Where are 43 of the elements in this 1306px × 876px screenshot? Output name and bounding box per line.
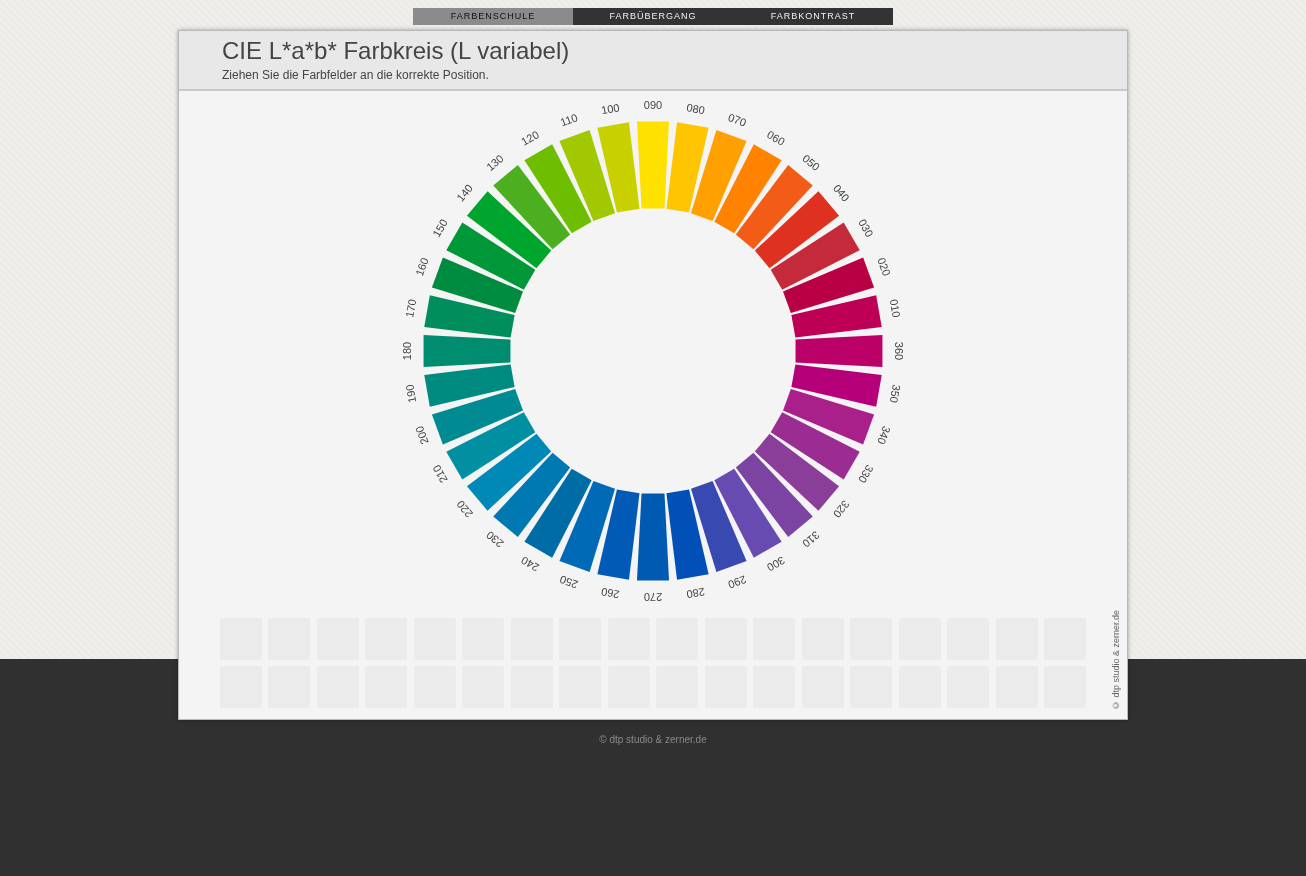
degree-label: 150 — [430, 217, 450, 239]
instruction-text: Ziehen Sie die Farbfelder an die korrekte Position. — [222, 68, 489, 82]
page-title: CIE L*a*b* Farbkreis (L variabel) — [222, 37, 570, 65]
degree-label: 240 — [519, 554, 541, 574]
degree-label: 130 — [484, 152, 506, 174]
degree-label: 160 — [413, 256, 431, 278]
degree-label: 200 — [413, 424, 431, 446]
degree-label: 080 — [685, 101, 706, 117]
side-credit: © dtp studio & zerner.de — [1110, 610, 1122, 711]
degree-label: 050 — [800, 152, 822, 174]
degree-label: 120 — [519, 128, 541, 148]
degree-label: 340 — [875, 424, 893, 446]
degree-label: 170 — [403, 298, 419, 319]
degree-label: 060 — [765, 128, 787, 148]
degree-label: 100 — [600, 101, 621, 117]
degree-label: 360 — [893, 341, 905, 361]
degree-label: 290 — [726, 573, 748, 591]
degree-label: 350 — [887, 383, 903, 404]
degree-label: 230 — [484, 528, 506, 550]
degree-label: 210 — [430, 463, 450, 485]
degree-label: 310 — [800, 528, 822, 550]
degree-label: 330 — [856, 463, 876, 485]
nav-tab[interactable]: FARBENSCHULE — [413, 8, 573, 25]
nav-tab[interactable]: FARBÜBERGANG — [573, 8, 733, 25]
degree-label: 300 — [765, 554, 787, 574]
degree-label: 140 — [454, 182, 476, 204]
degree-label: 190 — [403, 383, 419, 404]
degree-label: 110 — [558, 111, 580, 129]
degree-label: 250 — [558, 573, 580, 591]
degree-label: 070 — [726, 111, 748, 129]
degree-label: 010 — [887, 298, 903, 319]
degree-label: 040 — [830, 182, 852, 204]
degree-label: 220 — [454, 498, 476, 520]
degree-label: 180 — [401, 341, 413, 361]
degree-label: 280 — [685, 585, 706, 601]
degree-label: 020 — [875, 256, 893, 278]
nav-tab[interactable]: FARBKONTRAST — [733, 8, 893, 25]
footer-credit: © dtp studio & zerner.de — [599, 734, 707, 746]
degree-label: 270 — [643, 591, 663, 603]
degree-label: 320 — [830, 498, 852, 520]
degree-label: 030 — [856, 217, 876, 239]
degree-label: 260 — [600, 585, 621, 601]
degree-label: 090 — [643, 99, 663, 111]
